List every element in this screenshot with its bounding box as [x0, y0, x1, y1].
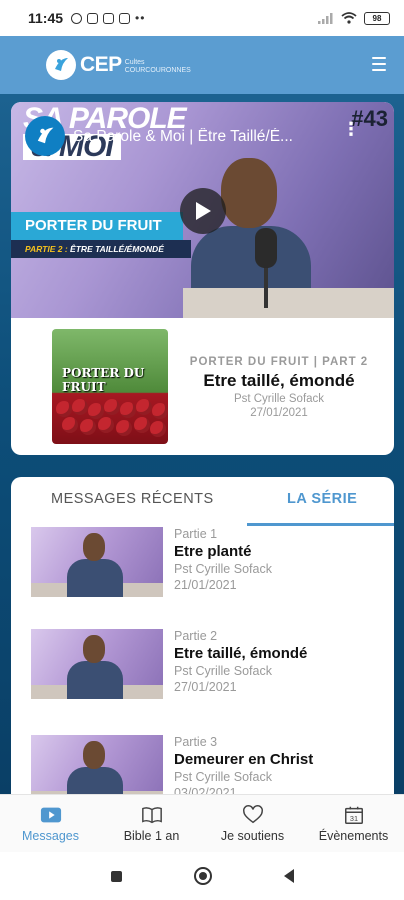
nav-messages[interactable]: Messages [0, 795, 101, 852]
episode-date: 27/01/2021 [174, 680, 237, 694]
status-time: 11:45 [28, 10, 64, 26]
episode-author: Pst Cyrille Sofack [174, 664, 272, 678]
tab-bar: MESSAGES RÉCENTS LA SÉRIE [11, 477, 394, 526]
calendar-icon: 31 [344, 806, 363, 824]
signal-icon [318, 13, 333, 24]
featured-thumbnail[interactable]: PORTER DU FRUIT [52, 329, 168, 444]
featured-info: PORTER DU FRUIT | PART 2 Etre taillé, ém… [174, 356, 384, 419]
logo-icon [46, 50, 76, 80]
featured-title: Etre taillé, émondé [203, 371, 355, 390]
episode-author: Pst Cyrille Sofack [174, 562, 272, 576]
thumbnail-label: PORTER DU FRUIT [62, 366, 145, 394]
play-icon [196, 202, 211, 220]
list-item[interactable]: Partie 1 Etre planté Pst Cyrille Sofack … [31, 527, 381, 599]
tab-series[interactable]: LA SÉRIE [287, 491, 357, 507]
episode-part: Partie 3 [174, 735, 218, 749]
featured-date: 27/01/2021 [250, 407, 308, 419]
recent-apps-button[interactable] [110, 870, 122, 882]
back-button[interactable] [283, 869, 294, 883]
list-item[interactable]: Partie 2 Etre taillé, émondé Pst Cyrille… [31, 629, 381, 701]
bottom-navigation: Messages Bible 1 an Je soutiens 31 Évène… [0, 794, 404, 852]
nav-bible[interactable]: Bible 1 an [101, 795, 202, 852]
episode-author: Pst Cyrille Sofack [174, 770, 272, 784]
channel-avatar-icon[interactable] [25, 116, 65, 156]
home-button[interactable] [193, 867, 212, 885]
active-tab-indicator [247, 523, 394, 526]
wifi-icon [341, 12, 357, 24]
mail-icon [87, 12, 99, 24]
featured-series: PORTER DU FRUIT | PART 2 [189, 356, 369, 368]
play-button[interactable] [180, 188, 226, 234]
episode-title: Etre taillé, émondé [174, 645, 308, 662]
episode-part: Partie 2 [174, 629, 218, 643]
video-banner-subtitle: PARTIE 2 : ÊTRE TAILLÉ/ÉMONDÉ [11, 240, 191, 258]
status-bar: 11:45 •• 98 [0, 0, 404, 36]
system-navigation-bar [0, 852, 404, 900]
instagram-icon [103, 12, 115, 24]
logo-subtitle: Cultes COURCOURONNES [124, 59, 191, 74]
tab-recent-messages[interactable]: MESSAGES RÉCENTS [51, 491, 214, 507]
logo-text: CEP [80, 53, 122, 76]
book-icon [141, 807, 162, 824]
episode-title: Demeurer en Christ [174, 751, 314, 768]
hamburger-menu-button[interactable] [372, 57, 386, 71]
svg-text:31: 31 [349, 814, 357, 823]
featured-author: Pst Cyrille Sofack [233, 393, 325, 405]
video-title[interactable]: Sa Parole & Moi | Être Taillé/É... [73, 128, 343, 146]
battery-icon: 98 [364, 11, 390, 25]
episode-title: Etre planté [174, 543, 252, 560]
play-video-icon [40, 807, 61, 823]
episode-thumbnail [31, 629, 163, 699]
episode-thumbnail [31, 527, 163, 597]
messages-list-card: MESSAGES RÉCENTS LA SÉRIE Partie 1 Etre … [11, 477, 394, 807]
heart-icon [242, 805, 263, 824]
episode-part: Partie 1 [174, 527, 218, 541]
nav-support[interactable]: Je soutiens [202, 795, 303, 852]
episode-date: 21/01/2021 [174, 578, 237, 592]
instagram-icon [119, 12, 131, 24]
alarm-icon [71, 12, 83, 24]
featured-card[interactable]: SA PAROLE & MOI #43 Sa Parole & Moi | Êt… [11, 102, 394, 455]
video-banner-title: PORTER DU FRUIT [11, 212, 183, 240]
more-notifications-icon: •• [135, 11, 146, 25]
app-header: CEP Cultes COURCOURONNES [0, 36, 404, 94]
nav-events[interactable]: 31 Évènements [303, 795, 404, 852]
video-player[interactable]: SA PAROLE & MOI #43 Sa Parole & Moi | Êt… [11, 102, 394, 318]
microphone-image [255, 228, 277, 268]
video-more-options-icon[interactable]: ⋮ [342, 120, 360, 138]
